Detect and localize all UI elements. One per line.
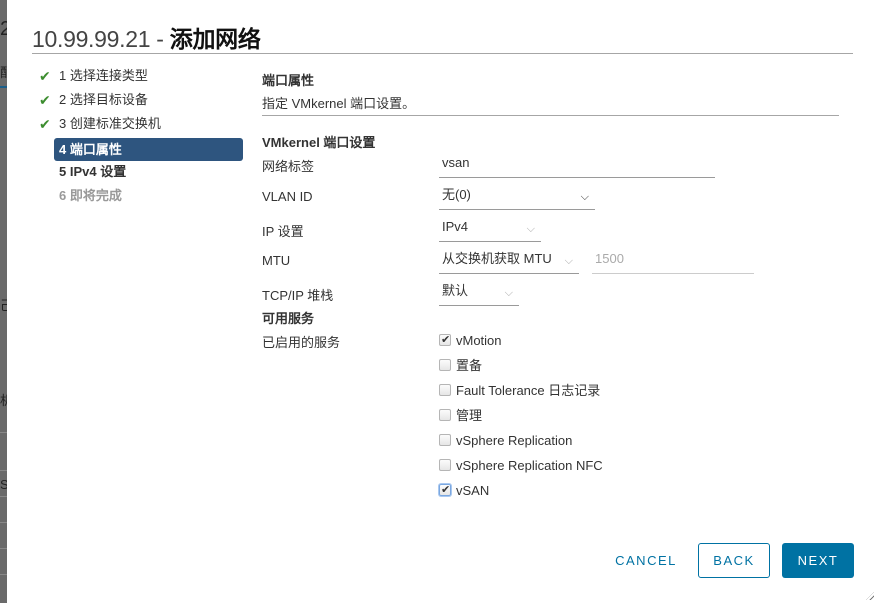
wizard-steps: ✔ 1 选择连接类型 ✔ 2 选择目标设备 ✔ 3 创建标准交换机 4 端口属性…	[37, 66, 247, 210]
service-label: vSphere Replication	[456, 433, 573, 448]
step-label: 6 即将完成	[59, 188, 122, 203]
vlan-id-select[interactable]: 无(0) ⌵	[439, 186, 595, 210]
background-text: S	[0, 477, 7, 492]
service-vmotion[interactable]: vMotion	[439, 332, 502, 351]
chevron-down-icon: ⌵	[564, 255, 573, 267]
step-label: 5 IPv4 设置	[59, 164, 127, 179]
background-divider	[0, 548, 7, 549]
step-create-standard-switch[interactable]: ✔ 3 创建标准交换机	[37, 114, 247, 138]
ip-settings-value: IPv4	[442, 219, 469, 234]
checkbox[interactable]	[439, 332, 451, 348]
tcpip-stack-label: TCP/IP 堆栈	[262, 288, 334, 303]
available-services-heading: 可用服务	[262, 311, 315, 326]
checkbox[interactable]	[439, 358, 451, 371]
step-select-target-device[interactable]: ✔ 2 选择目标设备	[37, 90, 247, 114]
cancel-button[interactable]: CANCEL	[603, 543, 689, 578]
background-text: 机	[0, 393, 7, 408]
step-select-connection-type[interactable]: ✔ 1 选择连接类型	[37, 66, 247, 90]
step-ready-to-complete: 6 即将完成	[37, 186, 247, 210]
check-icon: ✔	[39, 92, 51, 108]
service-vsphere-replication[interactable]: vSphere Replication	[439, 433, 572, 451]
checkbox[interactable]	[439, 383, 451, 396]
service-label: 管理	[456, 408, 483, 423]
page-description: 指定 VMkernel 端口设置。	[262, 96, 416, 111]
mtu-value: 1500	[595, 251, 624, 266]
title-divider	[32, 53, 853, 54]
checkbox[interactable]	[439, 482, 451, 498]
network-label-value: vsan	[442, 155, 470, 170]
step-label: 1 选择连接类型	[59, 68, 148, 83]
mtu-value-input: 1500	[592, 250, 754, 274]
check-icon: ✔	[39, 116, 51, 132]
background-tab-underline	[0, 86, 7, 88]
network-label-input[interactable]: vsan	[439, 154, 715, 178]
mtu-mode-value: 从交换机获取 MTU	[442, 251, 552, 266]
tcpip-stack-select[interactable]: 默认 ⌵	[439, 282, 519, 306]
background-text: 2	[0, 18, 7, 40]
service-label: vSAN	[456, 483, 490, 498]
checkbox[interactable]	[439, 433, 451, 446]
background-text: 配	[0, 65, 7, 80]
service-label: Fault Tolerance 日志记录	[456, 383, 601, 398]
background-divider	[0, 496, 7, 497]
dialog-title: 10.99.99.21 - 添加网络	[32, 20, 261, 54]
background-divider	[0, 522, 7, 523]
dialog-title-separator: -	[150, 26, 170, 52]
back-button[interactable]: BACK	[698, 543, 770, 578]
vmkernel-settings-heading: VMkernel 端口设置	[262, 135, 376, 150]
chevron-down-icon: ⌵	[580, 191, 589, 203]
check-icon: ✔	[39, 68, 51, 84]
background-divider	[0, 574, 7, 575]
network-label-label: 网络标签	[262, 159, 315, 174]
step-port-properties[interactable]: 4 端口属性	[54, 138, 243, 161]
checkbox[interactable]	[439, 408, 451, 421]
step-label: 2 选择目标设备	[59, 92, 148, 107]
resize-handle-icon[interactable]	[866, 592, 874, 600]
service-provisioning[interactable]: 置备	[439, 358, 482, 376]
add-networking-dialog: 10.99.99.21 - 添加网络 ✔ 1 选择连接类型 ✔ 2 选择目标设备…	[7, 0, 877, 603]
background-text: 己	[0, 298, 7, 313]
step-ipv4-settings[interactable]: 5 IPv4 设置	[37, 162, 247, 186]
dialog-title-name: 添加网络	[169, 26, 261, 52]
service-label: vMotion	[456, 333, 502, 348]
vlan-id-value: 无(0)	[442, 187, 471, 202]
step-label: 4 端口属性	[59, 142, 122, 157]
section-divider	[262, 115, 839, 116]
service-vsphere-replication-nfc[interactable]: vSphere Replication NFC	[439, 458, 603, 476]
chevron-down-icon: ⌵	[526, 223, 535, 235]
service-management[interactable]: 管理	[439, 408, 482, 426]
tcpip-stack-value: 默认	[442, 283, 469, 298]
checkbox[interactable]	[439, 458, 451, 471]
service-vsan[interactable]: vSAN	[439, 482, 490, 501]
enabled-services-label: 已启用的服务	[262, 335, 341, 350]
step-label: 3 创建标准交换机	[59, 116, 161, 131]
ip-settings-label: IP 设置	[262, 224, 304, 239]
service-fault-tolerance-logging[interactable]: Fault Tolerance 日志记录	[439, 383, 600, 401]
background-divider	[0, 470, 7, 471]
chevron-down-icon: ⌵	[504, 287, 513, 299]
dialog-title-host: 10.99.99.21	[32, 26, 151, 52]
background-page: 2 配 己 机 S	[0, 0, 7, 603]
ip-settings-select[interactable]: IPv4 ⌵	[439, 218, 541, 242]
next-button[interactable]: NEXT	[782, 543, 854, 578]
service-label: vSphere Replication NFC	[456, 458, 603, 473]
mtu-label: MTU	[262, 253, 291, 268]
background-divider	[0, 432, 7, 433]
page-title: 端口属性	[262, 73, 315, 88]
service-label: 置备	[456, 358, 483, 373]
mtu-mode-select[interactable]: 从交换机获取 MTU ⌵	[439, 250, 579, 274]
vlan-id-label: VLAN ID	[262, 189, 313, 204]
